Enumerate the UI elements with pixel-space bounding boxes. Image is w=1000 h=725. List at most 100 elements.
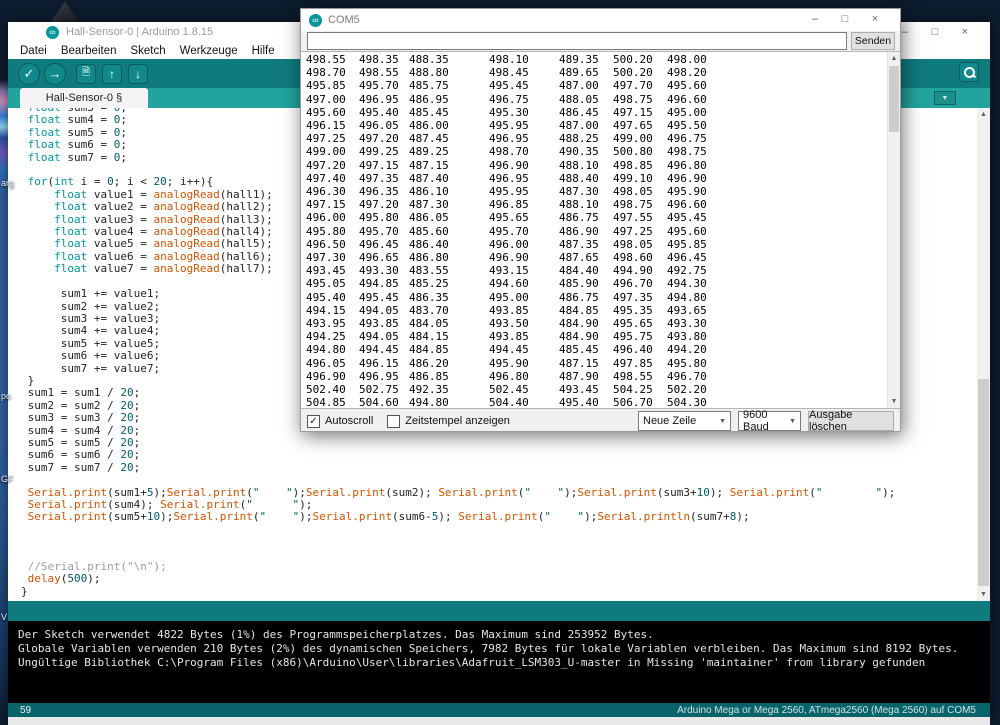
cursor-line-number: 59 — [20, 704, 32, 716]
serial-data-row: 497.15 497.20 487.30 496.85 488.10 498.75 496.… — [306, 198, 707, 212]
menu-bearbeiten[interactable]: Bearbeiten — [54, 45, 124, 57]
scroll-up-icon[interactable]: ▲ — [888, 52, 900, 65]
check-icon: ✓ — [23, 65, 35, 81]
editor-console-divider[interactable] — [8, 601, 990, 621]
baud-rate-select[interactable]: 9600 Baud ▼ — [738, 409, 801, 433]
chevron-down-icon: ▼ — [789, 417, 796, 425]
new-sketch-button[interactable]: 🗎 — [76, 63, 96, 84]
serial-data-row: 497.20 497.15 487.15 496.90 488.10 498.85 496.… — [306, 158, 707, 172]
serial-data-row: 494.80 494.45 484.85 494.45 485.45 496.40 494.… — [306, 343, 707, 357]
serial-data-row: 504.85 504.60 494.80 504.40 495.40 506.70 504.… — [306, 396, 707, 409]
upload-button[interactable]: → — [44, 62, 66, 85]
scroll-down-icon[interactable]: ▼ — [888, 395, 900, 408]
desktop-icon-label-fragment: GF — [1, 474, 14, 484]
code-line: Serial.print(sum5+10);Serial.print(" ");… — [27, 510, 750, 524]
magnifier-icon — [963, 66, 975, 78]
serial-data-row: 497.25 497.20 487.45 496.95 488.25 499.00 496.… — [306, 132, 707, 146]
code-line: sum6 = sum6 / 20; — [21, 448, 141, 462]
ide-window-bottom-edge — [8, 717, 990, 725]
serial-data-row: 497.00 496.95 486.95 496.75 488.05 498.75 496.… — [306, 92, 707, 106]
serial-monitor-titlebar[interactable]: ∞ COM5 – □ × — [301, 9, 900, 31]
serial-data-row: 494.15 494.05 483.70 493.85 484.85 495.35 493.… — [306, 303, 707, 317]
code-line: delay(500); — [27, 572, 101, 586]
serial-monitor-window-controls: – □ × — [800, 9, 890, 29]
send-button[interactable]: Senden — [851, 32, 895, 50]
serial-data-row: 496.30 496.35 486.10 495.95 487.30 498.05 495.… — [306, 185, 707, 199]
scroll-up-icon[interactable]: ▲ — [977, 108, 990, 121]
serial-monitor-title: COM5 — [328, 14, 360, 26]
serial-data-row: 495.40 495.45 486.35 495.00 486.75 497.35 494.… — [306, 290, 707, 304]
desktop-icon-label-fragment: V — [1, 612, 8, 622]
editor-scrollbar-thumb[interactable] — [978, 379, 989, 587]
right-arrow-icon: → — [48, 66, 62, 81]
desktop-icon-label-fragment: arg — [1, 178, 15, 188]
clear-output-button[interactable]: Ausgabe löschen — [808, 409, 894, 433]
timestamp-label: Zeitstempel anzeigen — [405, 415, 510, 427]
serial-send-input[interactable] — [307, 32, 847, 50]
tab-list-dropdown-button[interactable]: ▼ — [934, 91, 956, 105]
line-ending-select[interactable]: Neue Zeile ▼ — [638, 411, 731, 431]
serial-data-row: 499.00 499.25 489.25 498.70 490.35 500.80 498.… — [306, 145, 707, 159]
document-icon: 🗎 — [81, 67, 91, 78]
save-sketch-button[interactable]: ↓ — [128, 63, 148, 84]
timestamp-checkbox[interactable] — [387, 414, 401, 428]
autoscroll-label: Autoscroll — [325, 415, 374, 427]
serial-monitor-window: ∞ COM5 – □ × Senden 498.55 498.35 488.35 49… — [300, 8, 901, 433]
editor-scrollbar[interactable]: ▲ ▼ — [977, 108, 990, 601]
verify-button[interactable]: ✓ — [18, 62, 40, 85]
down-arrow-icon: ↓ — [135, 66, 141, 81]
ide-window-controls: – □ × — [890, 22, 980, 42]
serial-monitor-button[interactable] — [959, 62, 979, 82]
maximize-icon[interactable]: □ — [830, 9, 860, 29]
serial-data-row: 497.40 497.35 487.40 496.95 488.40 499.10 496.… — [306, 171, 707, 185]
serial-monitor-options-bar: ✓ Autoscroll Zeitstempel anzeigen Neue Z… — [301, 409, 900, 433]
serial-output-scrollbar[interactable]: ▲ ▼ — [887, 52, 900, 408]
code-line: //Serial.print("\n"); — [21, 560, 167, 574]
autoscroll-checkbox[interactable]: ✓ — [307, 414, 320, 428]
up-arrow-icon: ↑ — [109, 66, 115, 81]
minimize-icon[interactable]: – — [800, 9, 830, 29]
board-port-status: Arduino Mega or Mega 2560, ATmega2560 (M… — [677, 704, 976, 716]
serial-data-row: 496.90 496.95 486.85 496.80 487.90 498.55 496.… — [306, 369, 707, 383]
close-icon[interactable]: × — [950, 22, 980, 42]
serial-output-area: 498.55 498.35 488.35 498.10 489.35 500.20 498.… — [301, 51, 900, 409]
ide-window-title: Hall-Sensor-0 | Arduino 1.8.15 — [66, 26, 214, 38]
line-ending-value: Neue Zeile — [643, 415, 697, 427]
serial-data-row: 496.05 496.15 486.20 495.90 487.15 497.85 495.… — [306, 356, 707, 370]
serial-output-rows: 498.55 498.35 488.35 498.10 489.35 500.20 498.… — [301, 52, 900, 409]
menu-sketch[interactable]: Sketch — [123, 45, 172, 57]
serial-send-row: Senden — [301, 31, 900, 51]
desktop-icon-label-fragment: po — [1, 391, 12, 401]
open-sketch-button[interactable]: ↑ — [102, 63, 122, 84]
tab-hall-sensor-0[interactable]: Hall-Sensor-0 § — [20, 88, 148, 108]
serial-scrollbar-thumb[interactable] — [889, 66, 899, 132]
build-console: Der Sketch verwendet 4822 Bytes (1%) des… — [8, 621, 990, 703]
menu-hilfe[interactable]: Hilfe — [245, 45, 282, 57]
console-message: Globale Variablen verwenden 210 Bytes (2… — [18, 642, 959, 655]
serial-data-row: 498.55 498.35 488.35 498.10 489.35 500.20 498.… — [306, 53, 707, 66]
console-message: Ungültige Bibliothek C:\Program Files (x… — [18, 656, 926, 669]
arduino-app-icon: ∞ — [46, 25, 59, 39]
serial-data-row: 495.05 494.85 485.25 494.60 485.90 496.70 494.… — [306, 277, 707, 291]
chevron-down-icon: ▼ — [719, 417, 726, 425]
serial-data-row: 493.45 493.30 483.55 493.15 484.40 494.90 492.… — [306, 264, 707, 278]
serial-data-row: 496.15 496.05 486.00 495.95 487.00 497.65 495.… — [306, 119, 707, 133]
serial-data-row: 502.40 502.75 492.35 502.45 493.45 504.25 502.… — [306, 383, 707, 397]
maximize-icon[interactable]: □ — [920, 22, 950, 42]
console-message: Der Sketch verwendet 4822 Bytes (1%) des… — [18, 628, 654, 641]
arduino-app-icon: ∞ — [309, 13, 322, 27]
code-line: } — [21, 584, 28, 598]
close-icon[interactable]: × — [860, 9, 890, 29]
menu-werkzeuge[interactable]: Werkzeuge — [173, 45, 245, 57]
serial-data-row: 496.50 496.45 486.40 496.00 487.35 498.05 495.… — [306, 237, 707, 251]
serial-data-row: 494.25 494.05 484.15 493.85 484.90 495.75 493.… — [306, 330, 707, 344]
menu-datei[interactable]: Datei — [13, 45, 54, 57]
chevron-down-icon: ▼ — [941, 94, 949, 102]
serial-data-row: 498.70 498.55 488.80 498.45 489.65 500.20 498.… — [306, 66, 707, 80]
scroll-down-icon[interactable]: ▼ — [977, 588, 990, 601]
code-line: sum5 = sum5 / 20; — [21, 435, 141, 449]
serial-data-row: 493.95 493.85 484.05 493.50 484.90 495.65 493.… — [306, 317, 707, 331]
serial-data-row: 495.85 495.70 485.75 495.45 487.00 497.70 495.… — [306, 79, 707, 93]
